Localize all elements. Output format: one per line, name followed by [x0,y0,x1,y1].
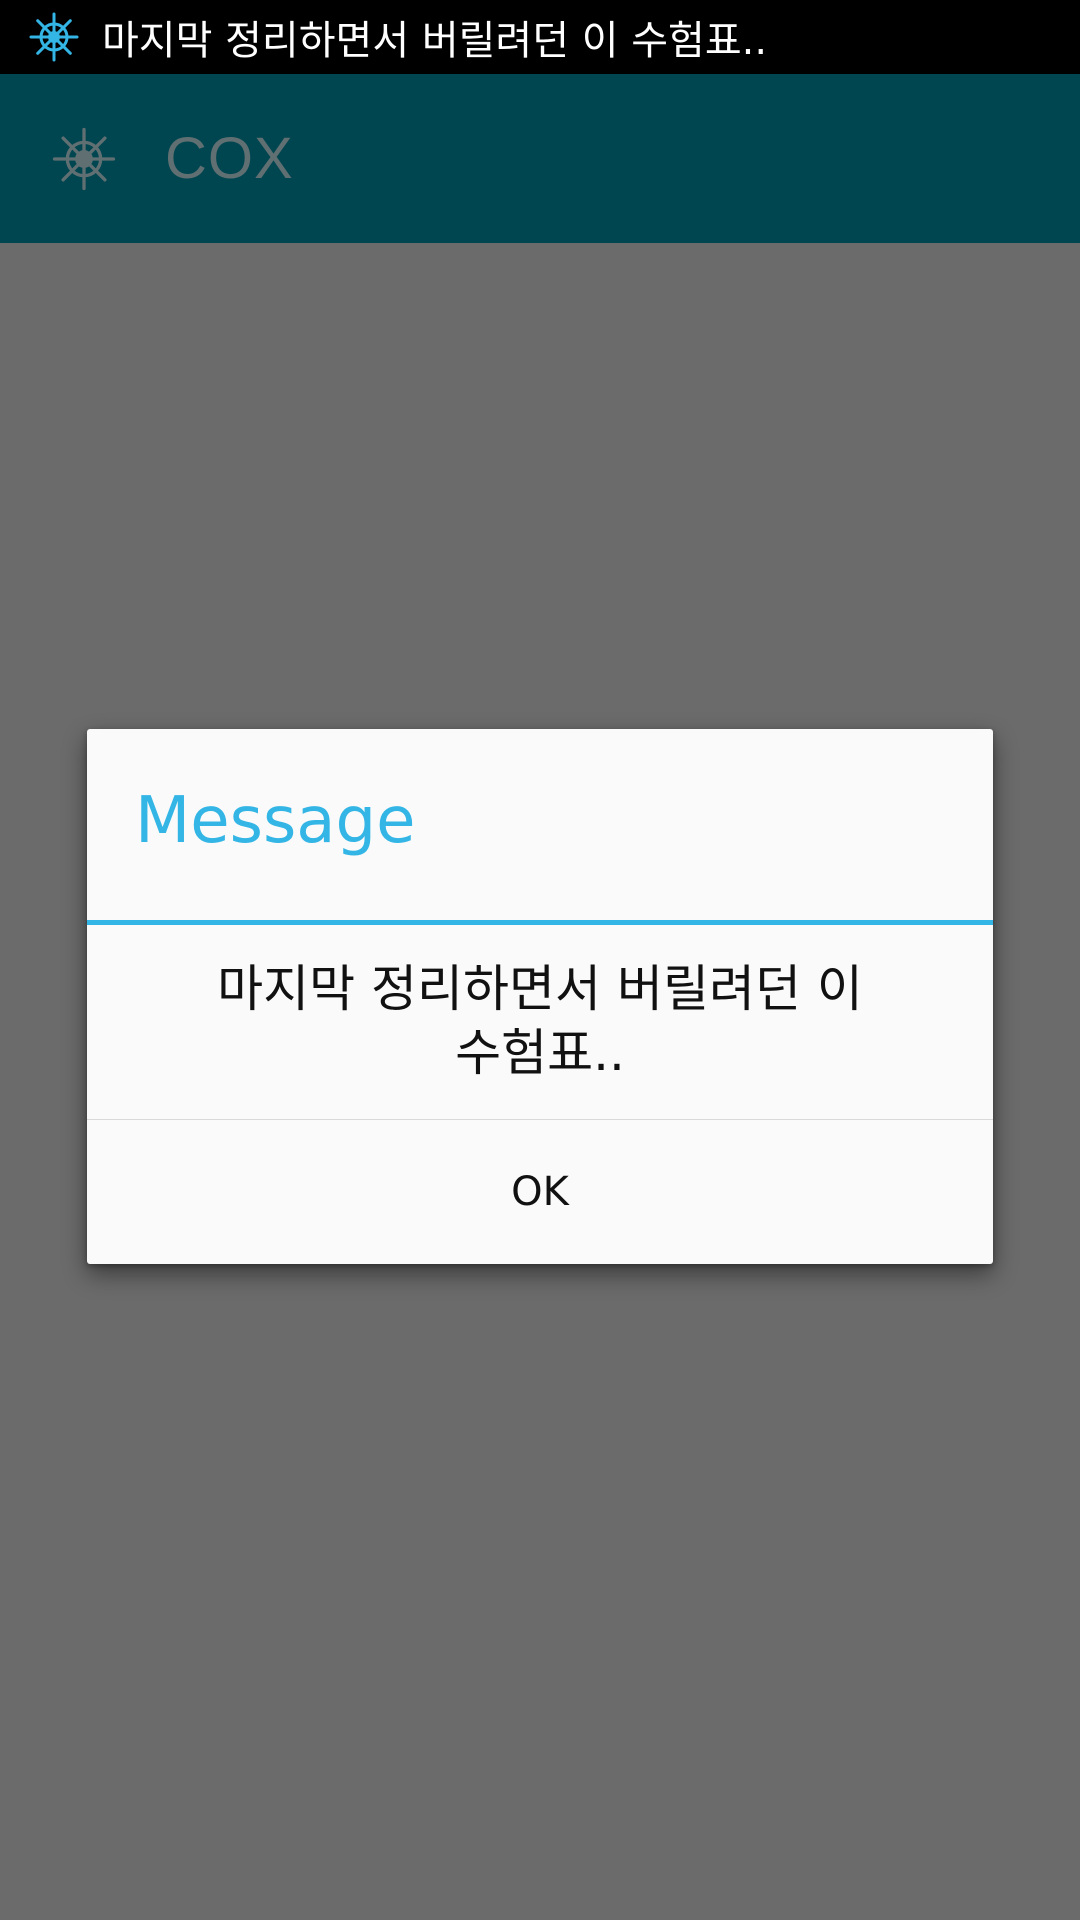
status-bar: 마지막 정리하면서 버릴려던 이 수험표.. [0,0,1080,74]
dialog-message-line: 마지막 정리하면서 버릴려던 이 [217,960,863,1018]
ok-button[interactable]: OK [87,1120,993,1264]
dialog-title: Message [135,784,416,858]
notification-ticker-text: 마지막 정리하면서 버릴려던 이 수험표.. [102,18,768,64]
app-title: COX [165,126,294,191]
app-bar: COX [0,74,1080,243]
dialog-message: 마지막 정리하면서 버릴려던 이 수험표.. [87,957,993,1085]
dialog-message-line: 수험표.. [455,1024,625,1082]
ship-wheel-icon [28,11,80,63]
dialog-title-divider [87,920,993,925]
screen: 마지막 정리하면서 버릴려던 이 수험표.. COX Message 마지막 정… [0,0,1080,1920]
message-dialog: Message 마지막 정리하면서 버릴려던 이 수험표.. OK [87,729,993,1264]
ship-wheel-icon[interactable] [49,124,119,194]
